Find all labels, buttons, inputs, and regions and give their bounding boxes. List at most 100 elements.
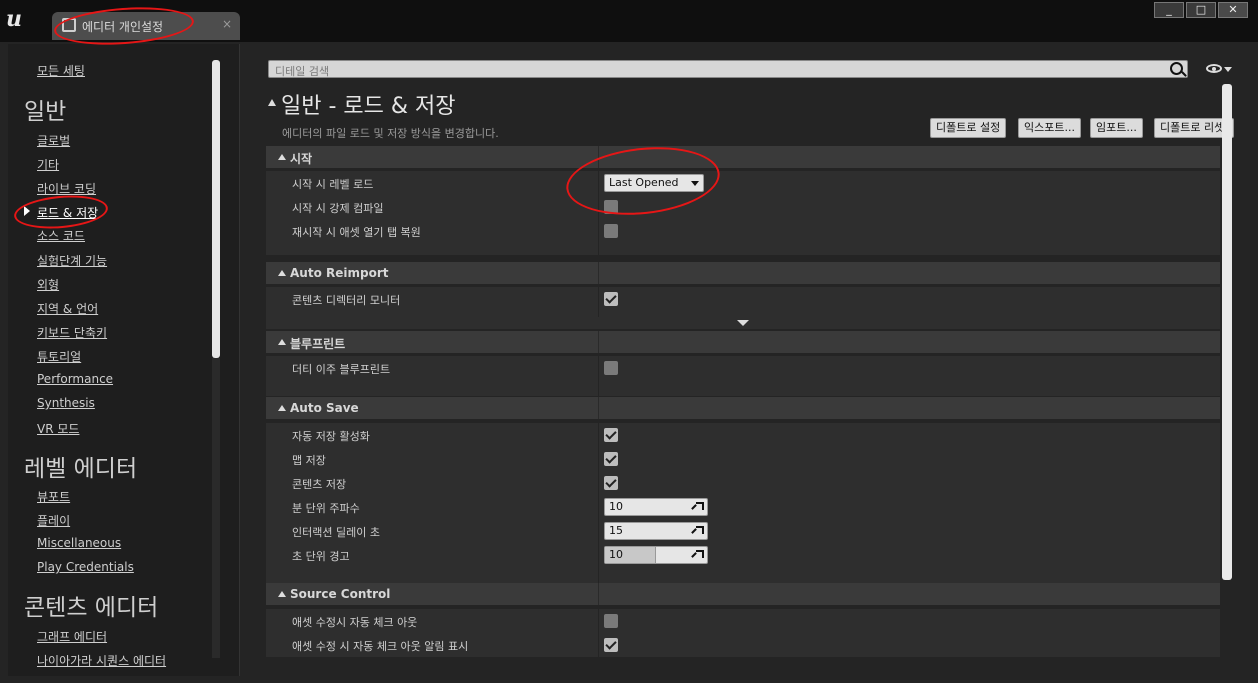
- setting-label: 인터랙션 딜레이 초: [292, 526, 380, 539]
- resize-handle-icon[interactable]: [696, 526, 704, 534]
- tab-editor-preferences[interactable]: 에디터 개인설정 ×: [52, 12, 240, 40]
- sidebar-item[interactable]: 기타: [37, 156, 59, 173]
- save-content-checkbox[interactable]: [604, 476, 618, 490]
- setting-label: 자동 저장 활성화: [292, 430, 370, 443]
- eye-icon[interactable]: [1206, 64, 1222, 73]
- setting-label: 맵 저장: [292, 454, 326, 467]
- auto-checkout-checkbox[interactable]: [604, 614, 618, 628]
- setting-label: 시작 시 레벨 로드: [292, 178, 374, 191]
- search-input[interactable]: 디테일 검색: [275, 63, 329, 79]
- column-divider: [598, 262, 599, 284]
- sidebar-item[interactable]: 소스 코드: [37, 227, 85, 244]
- setting-row: 애셋 수정 시 자동 체크 아웃 알림 표시: [266, 633, 1220, 657]
- sidebar-item[interactable]: 나이아가라 시퀀스 에디터: [37, 652, 166, 669]
- setting-row: 초 단위 경고 10: [266, 543, 1220, 583]
- category-startup[interactable]: 시작: [266, 146, 1220, 168]
- collapse-arrow-icon[interactable]: [268, 99, 276, 106]
- dirty-blueprint-checkbox[interactable]: [604, 361, 618, 375]
- import-button[interactable]: 임포트...: [1090, 118, 1143, 138]
- tab-close-button[interactable]: ×: [222, 17, 232, 31]
- frequency-minutes-input[interactable]: 10: [604, 498, 708, 516]
- load-level-dropdown[interactable]: Last Opened: [604, 174, 704, 192]
- setting-row: 콘텐츠 저장: [266, 471, 1220, 495]
- sidebar-item[interactable]: 키보드 단축키: [37, 324, 107, 341]
- monitor-content-checkbox[interactable]: [604, 292, 618, 306]
- settings-list: 시작 시작 시 레벨 로드 Last Opened 시작 시 강제 컴파일 재시…: [266, 146, 1220, 662]
- column-divider: [598, 397, 599, 419]
- collapse-arrow-icon: [278, 154, 286, 160]
- interaction-delay-input[interactable]: 15: [604, 522, 708, 540]
- category-source-control[interactable]: Source Control: [266, 583, 1220, 605]
- maximize-button[interactable]: □: [1186, 2, 1216, 18]
- category-auto-save[interactable]: Auto Save: [266, 397, 1220, 419]
- sidebar-item[interactable]: Performance: [37, 372, 113, 386]
- sidebar-item[interactable]: Synthesis: [37, 396, 95, 410]
- column-divider: [598, 471, 599, 495]
- sidebar-item[interactable]: VR 모드: [37, 420, 79, 437]
- warning-seconds-slider[interactable]: 10: [604, 546, 708, 564]
- resize-handle-icon[interactable]: [696, 550, 704, 558]
- category-label: 시작: [290, 152, 313, 166]
- search-box[interactable]: 디테일 검색: [268, 60, 1188, 78]
- sidebar-scroll-track[interactable]: [212, 358, 220, 658]
- checkout-notify-checkbox[interactable]: [604, 638, 618, 652]
- resize-handle-icon[interactable]: [696, 502, 704, 510]
- sidebar-item[interactable]: 지역 & 언어: [37, 300, 98, 317]
- advanced-expander[interactable]: [266, 317, 1220, 329]
- setting-label: 애셋 수정 시 자동 체크 아웃 알림 표시: [292, 640, 469, 653]
- sidebar-item-load-save[interactable]: 로드 & 저장: [37, 204, 98, 221]
- details-scrollbar[interactable]: [1222, 84, 1232, 580]
- chevron-down-icon: [691, 181, 699, 186]
- window-controls: _ □ ✕: [1154, 2, 1248, 18]
- tab-label: 에디터 개인설정: [82, 20, 164, 34]
- column-divider: [598, 583, 599, 605]
- sidebar-item-all-settings[interactable]: 모든 세팅: [37, 62, 85, 79]
- sidebar-item[interactable]: 튜토리얼: [37, 348, 81, 365]
- sidebar-item[interactable]: 뷰포트: [37, 488, 70, 505]
- page-description: 에디터의 파일 로드 및 저장 방식을 변경합니다.: [282, 127, 499, 140]
- setting-row: 더티 이주 블루프린트: [266, 356, 1220, 396]
- chevron-down-icon[interactable]: [1224, 67, 1232, 72]
- title-bar: u 에디터 개인설정 × _ □ ✕: [0, 0, 1258, 42]
- sidebar-item[interactable]: 플레이: [37, 512, 70, 529]
- setting-row: 인터랙션 딜레이 초 15: [266, 519, 1220, 543]
- sidebar-section-content-editor: 콘텐츠 에디터: [24, 595, 159, 621]
- sidebar-item[interactable]: Miscellaneous: [37, 536, 121, 550]
- setting-label: 더티 이주 블루프린트: [292, 363, 391, 376]
- autosave-enable-checkbox[interactable]: [604, 428, 618, 442]
- save-maps-checkbox[interactable]: [604, 452, 618, 466]
- column-divider: [598, 287, 599, 317]
- unreal-logo: u: [6, 6, 22, 32]
- column-divider: [598, 423, 599, 447]
- sidebar-item[interactable]: 글로벌: [37, 132, 70, 149]
- export-button[interactable]: 익스포트...: [1018, 118, 1081, 138]
- chevron-down-icon: [737, 320, 749, 326]
- sidebar-item[interactable]: 실험단계 기능: [37, 252, 107, 269]
- number-value: 10: [609, 548, 623, 561]
- setting-row: 콘텐츠 디렉터리 모니터: [266, 287, 1220, 317]
- set-as-default-button[interactable]: 디폴트로 설정: [930, 118, 1007, 138]
- restore-tabs-checkbox[interactable]: [604, 224, 618, 238]
- close-button[interactable]: ✕: [1218, 2, 1248, 18]
- column-divider: [598, 356, 599, 396]
- number-value: 15: [609, 524, 623, 537]
- minimize-button[interactable]: _: [1154, 2, 1184, 18]
- page-title: 일반 - 로드 & 저장: [281, 94, 456, 119]
- column-divider: [598, 519, 599, 543]
- sidebar-scrollbar[interactable]: [212, 60, 220, 358]
- search-icon[interactable]: [1170, 62, 1183, 75]
- sidebar-item[interactable]: Play Credentials: [37, 560, 134, 574]
- sidebar-item[interactable]: 그래프 에디터: [37, 628, 107, 645]
- column-divider: [598, 195, 599, 219]
- category-label: Auto Reimport: [290, 266, 389, 280]
- sidebar-item[interactable]: 외형: [37, 276, 59, 293]
- category-auto-reimport[interactable]: Auto Reimport: [266, 262, 1220, 284]
- setting-row: 애셋 수정시 자동 체크 아웃: [266, 609, 1220, 633]
- category-label: Auto Save: [290, 401, 359, 415]
- setting-row: 시작 시 레벨 로드 Last Opened: [266, 171, 1220, 195]
- collapse-arrow-icon: [278, 339, 286, 345]
- sidebar-item[interactable]: 라이브 코딩: [37, 180, 96, 197]
- force-compile-checkbox[interactable]: [604, 200, 618, 214]
- active-arrow-icon: [24, 206, 30, 216]
- category-blueprint[interactable]: 블루프린트: [266, 331, 1220, 353]
